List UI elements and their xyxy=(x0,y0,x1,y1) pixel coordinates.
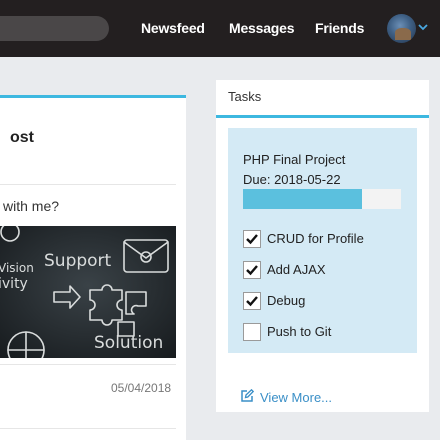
tasks-header: Tasks xyxy=(228,89,262,104)
check-icon xyxy=(246,265,258,276)
divider xyxy=(0,428,176,429)
divider xyxy=(0,364,176,365)
image-word-solution: Solution xyxy=(94,333,163,353)
view-more-label: View More... xyxy=(260,390,333,405)
task-checkbox[interactable] xyxy=(243,323,261,341)
post-title: ost xyxy=(10,129,34,146)
nav-link-newsfeed[interactable]: Newsfeed xyxy=(141,20,205,36)
task-label: Debug xyxy=(267,293,306,308)
avatar[interactable] xyxy=(387,14,416,43)
task-checkbox[interactable] xyxy=(243,261,261,279)
task-checkbox[interactable] xyxy=(243,292,261,310)
progress-fill xyxy=(243,189,362,209)
project-name: PHP Final Project xyxy=(243,152,346,167)
post-card-accent xyxy=(0,95,186,98)
chevron-down-icon[interactable] xyxy=(417,21,429,33)
search-input[interactable] xyxy=(0,16,109,41)
post-date: 05/04/2018 xyxy=(111,381,172,395)
project-due-date: Due: 2018-05-22 xyxy=(243,172,341,187)
post-text: with me? xyxy=(3,198,60,214)
check-icon xyxy=(246,234,258,245)
tasks-accent xyxy=(216,115,429,118)
task-label: Add AJAX xyxy=(267,262,326,277)
nav-link-messages[interactable]: Messages xyxy=(229,20,295,36)
image-word-ivity: ivity xyxy=(0,276,28,292)
image-word-support: Support xyxy=(44,251,112,271)
image-word-vision: Vision xyxy=(0,261,34,275)
post-image: Support Vision ivity Solution xyxy=(0,226,176,358)
progress-bar xyxy=(243,189,401,209)
nav-link-friends[interactable]: Friends xyxy=(315,20,364,36)
task-label: Push to Git xyxy=(267,324,332,339)
check-icon xyxy=(246,296,258,307)
task-checkbox[interactable] xyxy=(243,230,261,248)
top-navbar: Newsfeed Messages Friends xyxy=(0,0,440,57)
edit-icon xyxy=(241,389,254,402)
task-label: CRUD for Profile xyxy=(267,231,364,246)
divider xyxy=(0,184,176,185)
